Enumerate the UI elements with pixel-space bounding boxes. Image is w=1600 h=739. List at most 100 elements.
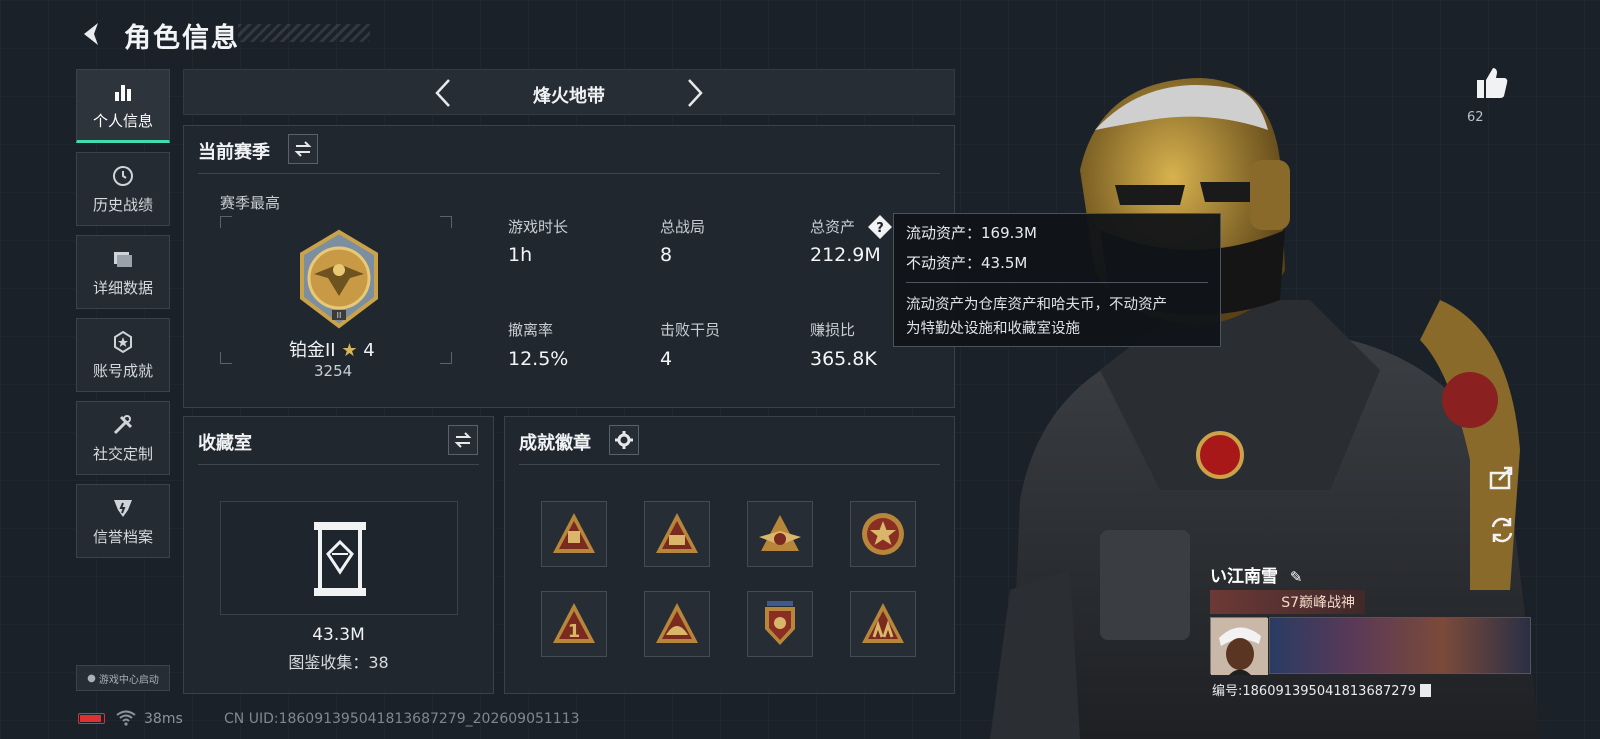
refresh-icon[interactable] [1488,516,1516,544]
svg-text:1: 1 [568,621,581,642]
swap-icon [454,432,472,448]
collection-preview[interactable] [220,501,458,615]
58-badge-icon [656,513,698,553]
achievement-badge[interactable] [747,591,813,657]
achievement-badge[interactable] [644,591,710,657]
trophy-badge-icon [553,513,595,553]
season-title: 当前赛季 [198,142,270,163]
achievements-title: 成就徽章 [519,433,591,454]
mode-name: 烽火地带 [533,86,605,107]
tooltip-desc-line-2: 为特勤处设施和收藏室设施 [906,321,1080,337]
sidebar-item-history[interactable]: 历史战绩 [76,152,170,226]
number-one-badge-icon: 1 [553,603,595,643]
chevron-right-icon[interactable] [681,78,709,108]
gear-icon [615,431,633,449]
penguin-icon: ● [87,672,96,684]
stat-label-total-assets: 总资产 [810,218,856,236]
stat-label-kills: 击败干员 [660,321,721,339]
sidebar-item-label: 社交定制 [92,444,153,463]
like-count: 62 [1467,110,1484,125]
achievement-badge[interactable] [644,501,710,567]
card-id-text: 编号:18609139504181368727​9 [1212,684,1417,699]
player-title: S7巅峰战神 [1281,595,1355,611]
ping-value: 38ms [144,711,183,727]
svg-text:II: II [337,311,342,320]
title-decoration [238,24,370,42]
back-arrow-icon[interactable] [78,20,106,48]
eagle-shield-badge-icon [765,601,795,645]
total-assets-tooltip: 流动资产：169.3M 不动资产：43.5M 流动资产为仓库资产和哈夫币，不动资… [893,213,1221,347]
uid-text: CN UID:18609139504181368727​9_2026090511… [224,711,580,727]
star-icon: ★ [341,340,358,361]
sidebar-item-label: 个人信息 [92,111,153,130]
rank-stars: 4 [363,340,375,361]
swap-icon [294,141,312,157]
sidebar-item-label: 信誉档案 [92,527,153,546]
edit-icon[interactable]: ✎ [1290,568,1303,586]
stat-label-profit-ratio: 赚损比 [810,321,856,339]
sidebar-item-personal-info[interactable]: 个人信息 [76,69,170,143]
tooltip-desc-line-1: 流动资产为仓库资产和哈夫币，不动资产 [906,297,1167,313]
achievements-panel: 成就徽章 1 [504,416,955,694]
copy-icon[interactable] [1420,684,1432,697]
achievement-badge[interactable] [747,501,813,567]
season-best-label: 赛季最高 [220,194,281,212]
clock-icon [113,165,133,186]
winged-badge-icon [759,515,801,551]
shield-badge-icon [114,499,132,517]
thumbs-up-icon[interactable] [1475,66,1509,100]
achievement-badge[interactable] [850,591,916,657]
sidebar-item-label: 历史战绩 [92,195,153,214]
wifi-icon [116,710,136,726]
svg-text:?: ? [876,221,884,236]
stat-value-extract-rate: 12.5% [508,348,569,370]
stat-value-playtime: 1h [508,244,533,266]
swap-season-button[interactable] [288,134,318,164]
mode-selector: 烽火地带 [183,69,955,115]
sidebar-item-details[interactable]: 详细数据 [76,235,170,309]
divider [906,282,1208,283]
stat-value-matches: 8 [660,244,673,266]
soldiers-badge-icon [862,603,904,643]
helmet-badge-icon [656,603,698,643]
achievement-badge[interactable] [541,501,607,567]
game-center-launch[interactable]: ● 游戏中心启动 [76,665,170,691]
achievement-badge[interactable] [850,501,916,567]
share-icon[interactable] [1488,463,1516,491]
swap-collection-button[interactable] [448,425,478,455]
player-name: い江南雪 ✎ [1210,562,1303,587]
tooltip-liquid-assets: 流动资产：169.3M [906,224,1037,242]
sidebar-item-label: 账号成就 [92,361,153,380]
stat-label-extract-rate: 撤离率 [508,321,554,339]
avatar[interactable] [1210,617,1268,675]
stat-value-profit-ratio: 365.8K [810,348,877,370]
display-case-icon [314,522,366,596]
star-medal-icon [862,513,904,555]
season-panel: 当前赛季 赛季最高 II 铂金II ★ 4 3254 游戏时长 1h 总战局 8… [183,125,955,408]
bar-chart-icon [115,84,131,101]
sidebar-item-achievements[interactable]: 账号成就 [76,318,170,392]
divider [198,173,940,174]
page-title: 角色信息 [124,23,240,54]
sidebar-item-reputation[interactable]: 信誉档案 [76,484,170,558]
divider [519,464,940,465]
player-card-id: 编号:18609139504181368727​9 [1212,680,1432,699]
battery-icon [78,713,105,724]
name-card-banner-image[interactable] [1269,617,1531,674]
collection-value: 43.3M [312,625,365,645]
game-center-label: 游戏中心启动 [98,674,159,686]
stat-value-kills: 4 [660,348,673,370]
star-badge-icon [114,330,132,353]
collection-panel: 收藏室 43.3M 图鉴收集：38 [183,416,494,694]
divider [198,464,479,465]
badge-settings-button[interactable] [609,425,639,455]
achievement-badge[interactable]: 1 [541,591,607,657]
stat-label-playtime: 游戏时长 [508,218,569,236]
stat-label-matches: 总战局 [660,218,706,236]
help-icon[interactable]: ? [867,214,893,240]
platinum-rank-emblem-icon: II [300,229,378,329]
rank-line: 铂金II ★ 4 [289,336,489,362]
player-name-text: い江南雪 [1210,567,1278,587]
sidebar-item-social[interactable]: 社交定制 [76,401,170,475]
player-title-banner: S7巅峰战神 [1210,590,1365,614]
